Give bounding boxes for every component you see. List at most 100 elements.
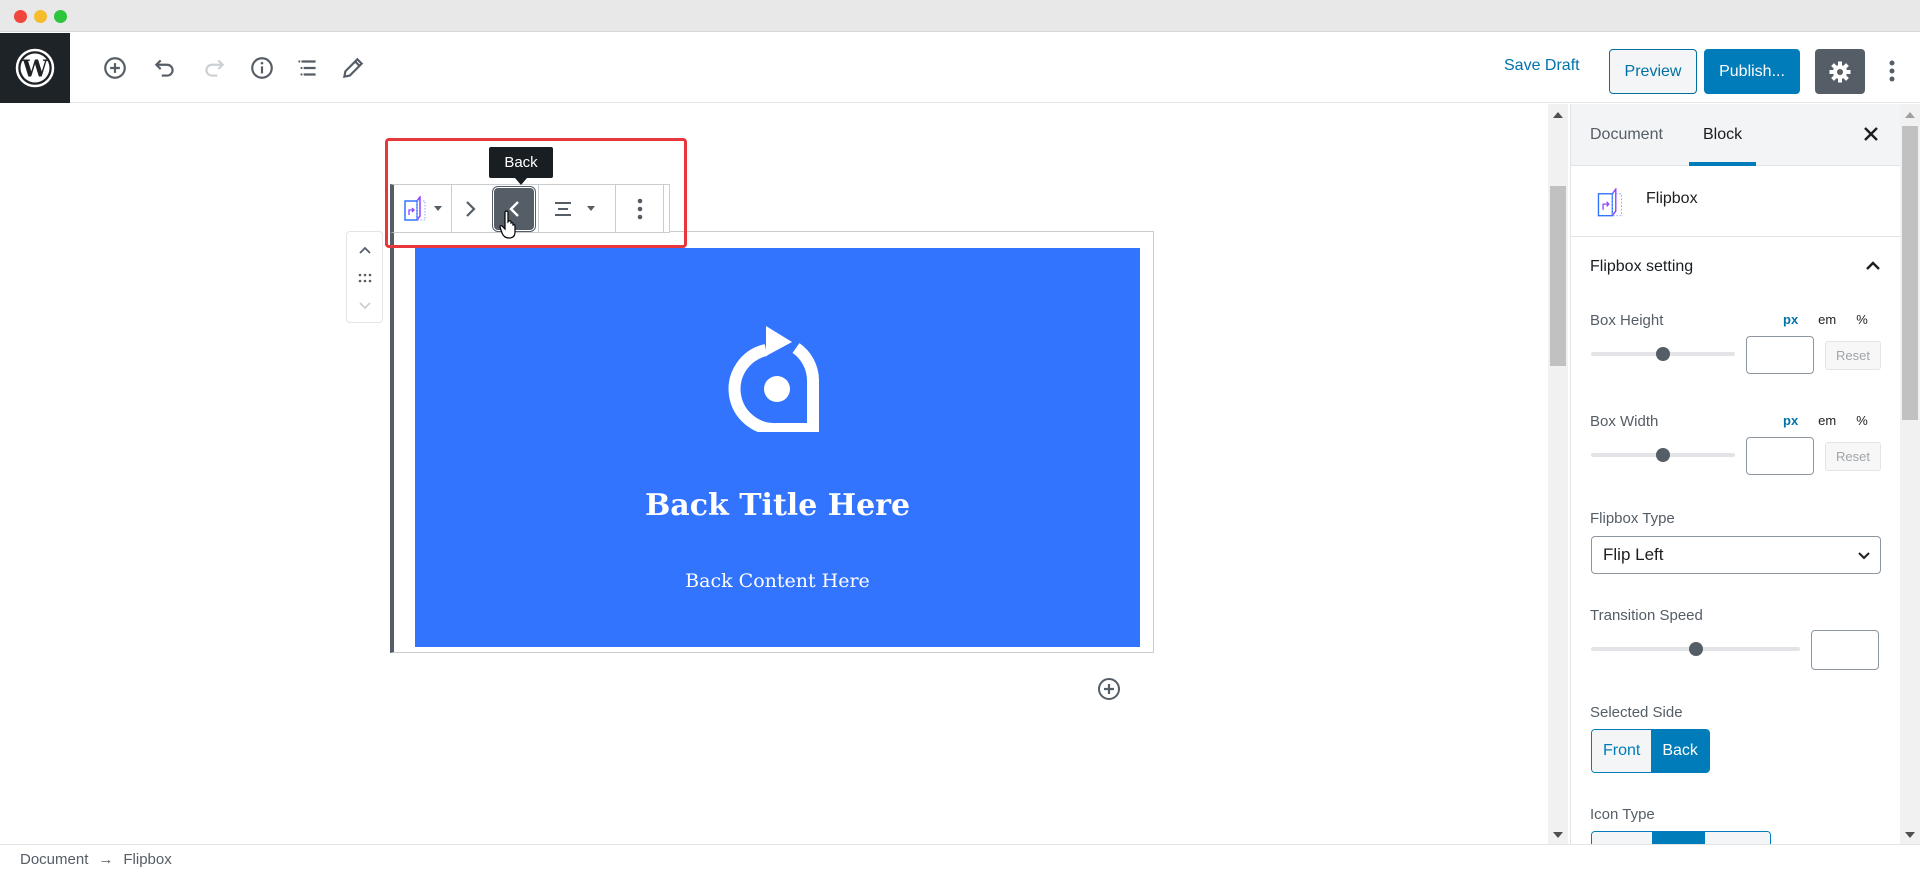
box-width-slider-knob[interactable]: [1656, 448, 1670, 462]
move-down-button[interactable]: [347, 292, 382, 320]
pencil-icon: [342, 57, 364, 79]
unit-px[interactable]: px: [1783, 413, 1798, 428]
drag-handle-icon: [358, 273, 371, 283]
tab-document[interactable]: Document: [1590, 104, 1663, 166]
selected-side-toggle: Front Back: [1591, 729, 1710, 773]
window-minimize-button[interactable]: [34, 10, 47, 23]
flipbox-title[interactable]: Back Title Here: [415, 488, 1140, 523]
box-height-reset-button[interactable]: Reset: [1825, 341, 1881, 370]
breadcrumb-separator: →: [98, 851, 114, 868]
unit-em[interactable]: em: [1818, 312, 1836, 327]
side-option-back[interactable]: Back: [1651, 730, 1709, 772]
settings-button[interactable]: [1815, 49, 1865, 94]
unit-px[interactable]: px: [1783, 312, 1798, 327]
icon-type-option-3[interactable]: [1705, 832, 1770, 844]
box-height-slider[interactable]: [1591, 347, 1735, 361]
scroll-down-arrow-icon[interactable]: [1553, 832, 1563, 838]
chevron-down-icon: [358, 302, 371, 310]
scroll-up-arrow-icon[interactable]: [1905, 112, 1915, 118]
unit-percent[interactable]: %: [1856, 413, 1868, 428]
selected-side-label: Selected Side: [1590, 704, 1683, 721]
editor-scrollbar[interactable]: [1548, 104, 1568, 844]
block-card: Flipbox: [1571, 166, 1900, 237]
icon-type-label: Icon Type: [1590, 806, 1655, 823]
tab-block[interactable]: Block: [1688, 104, 1757, 166]
plus-circle-icon: [1098, 678, 1120, 700]
window-maximize-button[interactable]: [54, 10, 67, 23]
wordpress-logo[interactable]: W: [0, 33, 70, 103]
undo-button[interactable]: [151, 54, 179, 82]
box-width-label: Box Width: [1590, 413, 1659, 430]
save-draft-button[interactable]: Save Draft: [1504, 57, 1580, 75]
wordpress-icon: W: [15, 48, 55, 88]
box-height-label: Box Height: [1590, 312, 1664, 329]
close-icon[interactable]: [1861, 124, 1881, 144]
box-height-input[interactable]: [1746, 336, 1814, 374]
breadcrumb-document[interactable]: Document: [20, 851, 88, 868]
gear-icon: [1829, 61, 1851, 82]
sidebar-scrollbar-thumb[interactable]: [1902, 126, 1918, 420]
editor-scrollbar-thumb[interactable]: [1550, 186, 1566, 366]
chevron-up-icon[interactable]: [1863, 256, 1883, 276]
box-width-reset-button[interactable]: Reset: [1825, 442, 1881, 471]
editor-footer: Document → Flipbox: [0, 844, 1920, 874]
scroll-down-arrow-icon[interactable]: [1905, 832, 1915, 838]
list-view-icon: [298, 60, 316, 76]
panel-title-flipbox-setting[interactable]: Flipbox setting: [1590, 258, 1693, 276]
transition-speed-label: Transition Speed: [1590, 607, 1703, 624]
svg-text:W: W: [21, 56, 49, 83]
window-titlebar: [0, 0, 1920, 32]
plus-circle-icon: [104, 57, 126, 79]
settings-sidebar: Document Block Flipbox Flipbox setting B…: [1570, 104, 1900, 844]
tools-button[interactable]: [339, 54, 367, 82]
flipbox-back-side[interactable]: Back Title Here Back Content Here: [415, 248, 1140, 647]
box-width-units: px em %: [1783, 413, 1868, 428]
flipbox-content[interactable]: Back Content Here: [415, 570, 1140, 592]
transition-speed-slider-knob[interactable]: [1689, 642, 1703, 656]
icon-type-option-1[interactable]: [1592, 832, 1652, 844]
rotate-icon: [728, 326, 819, 432]
scroll-up-arrow-icon[interactable]: [1553, 112, 1563, 118]
block-navigation-button[interactable]: [294, 54, 322, 82]
flipbox-icon: [1597, 188, 1622, 217]
box-width-input[interactable]: [1746, 437, 1814, 475]
window-close-button[interactable]: [14, 10, 27, 23]
transition-speed-slider[interactable]: [1591, 642, 1800, 656]
chevron-up-icon: [358, 246, 371, 254]
redo-icon: [205, 59, 225, 77]
annotation-highlight-box: [385, 138, 687, 248]
icon-type-toggle: [1591, 831, 1771, 844]
more-menu-button[interactable]: [1880, 53, 1904, 89]
chevron-down-icon: [1858, 552, 1870, 560]
redo-button[interactable]: [200, 54, 228, 82]
sidebar-tabs: Document Block: [1571, 104, 1900, 166]
move-up-button[interactable]: [347, 236, 382, 264]
block-card-title: Flipbox: [1646, 190, 1698, 207]
editor-header: W Save Draft Preview Publish...: [0, 33, 1920, 103]
block-mover: [346, 231, 383, 323]
box-width-slider[interactable]: [1591, 448, 1735, 462]
unit-percent[interactable]: %: [1856, 312, 1868, 327]
preview-button[interactable]: Preview: [1609, 49, 1697, 94]
box-height-slider-knob[interactable]: [1656, 347, 1670, 361]
undo-icon: [154, 59, 174, 77]
transition-speed-input[interactable]: [1811, 630, 1879, 670]
flipbox-type-select[interactable]: Flip Left: [1591, 536, 1881, 574]
breadcrumb-flipbox[interactable]: Flipbox: [123, 851, 171, 868]
icon-type-option-2[interactable]: [1652, 832, 1705, 844]
flipbox-type-value: Flip Left: [1603, 545, 1664, 564]
add-block-button[interactable]: [101, 54, 129, 82]
flipbox-block[interactable]: Back Title Here Back Content Here: [390, 231, 1154, 653]
box-height-units: px em %: [1783, 312, 1868, 327]
hand-cursor-icon: [499, 210, 516, 239]
unit-em[interactable]: em: [1818, 413, 1836, 428]
inline-add-block-button[interactable]: [1097, 677, 1121, 701]
publish-button[interactable]: Publish...: [1704, 49, 1800, 94]
side-option-front[interactable]: Front: [1592, 730, 1652, 772]
flipbox-type-label: Flipbox Type: [1590, 510, 1675, 527]
info-icon: [251, 57, 273, 79]
breadcrumb: Document → Flipbox: [20, 851, 172, 868]
sidebar-scrollbar[interactable]: [1900, 104, 1920, 844]
drag-handle[interactable]: [347, 264, 382, 292]
content-structure-button[interactable]: [248, 54, 276, 82]
